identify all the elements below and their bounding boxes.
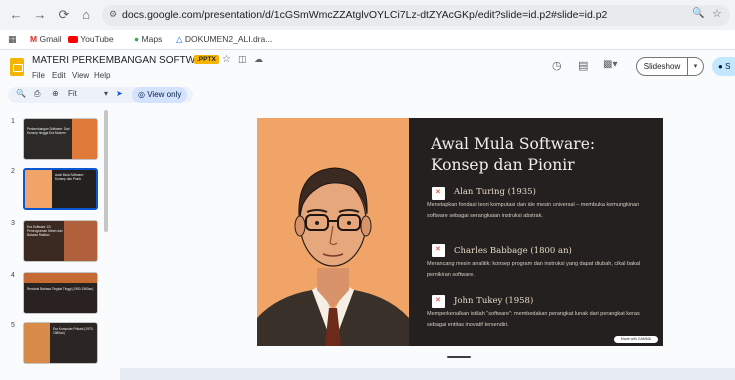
eye-icon: ◎ <box>138 90 145 99</box>
thumb-image <box>24 273 97 283</box>
thumb-number: 1 <box>11 118 15 125</box>
forward-icon[interactable]: → <box>32 7 48 23</box>
thumb-title: Era Komputer Pribadi (1970-1980an) <box>53 327 94 336</box>
thumb-image <box>24 323 50 363</box>
point-heading: John Tukey (1958) <box>454 296 534 306</box>
broken-image-icon <box>432 187 445 200</box>
cloud-status-icon[interactable]: ☁ <box>254 54 263 65</box>
toolbar: 🔍 ⎙ ⊕ Fit ▾ ➤ ◎ View only <box>8 87 193 103</box>
site-info-icon[interactable]: ⚙ <box>109 9 117 20</box>
speaker-notes-handle[interactable] <box>447 356 471 358</box>
slide-thumbnail-2[interactable]: Awal Mula Software: Konsep dan Pionir <box>23 168 98 210</box>
slide-title: Awal Mula Software: Konsep dan Pionir <box>431 135 596 174</box>
point-body: Menetapkan fondasi teori komputasi dan i… <box>427 202 640 219</box>
select-cursor-icon[interactable]: ➤ <box>116 89 123 98</box>
slide-thumbnail-4[interactable]: Revolusi Bahasa Tingkat Tinggi (1950-196… <box>23 272 98 314</box>
chevron-down-icon[interactable]: ▾ <box>104 89 108 98</box>
view-only-button[interactable]: ◎ View only <box>132 87 188 103</box>
reload-icon[interactable]: ⟳ <box>56 7 72 23</box>
thumb-number: 5 <box>11 322 15 329</box>
slideshow-button[interactable]: Slideshow <box>636 57 688 76</box>
star-icon[interactable]: ☆ <box>222 54 231 65</box>
point-body: Memperkenalkan istilah "software": membe… <box>427 311 640 328</box>
menu-edit[interactable]: Edit <box>52 71 66 80</box>
thumb-number: 4 <box>11 272 15 279</box>
address-bar[interactable]: ⚙ docs.google.com/presentation/d/1cGSmWm… <box>102 5 730 26</box>
url-text: docs.google.com/presentation/d/1cGSmWmcZ… <box>122 9 608 21</box>
thumb-number: 3 <box>11 220 15 227</box>
gmail-icon: M <box>30 34 38 44</box>
bookmark-drive[interactable]: △ DOKUMEN2_ALI.dra... <box>176 34 272 45</box>
globe-icon: ● <box>718 62 723 71</box>
zoom-select[interactable]: Fit <box>68 89 77 98</box>
portrait-illustration <box>257 167 409 346</box>
speaker-notes-bar[interactable] <box>120 368 735 380</box>
youtube-icon <box>68 36 78 44</box>
print-icon[interactable]: ⎙ <box>34 89 40 99</box>
meet-icon[interactable]: ▩▾ <box>603 59 617 70</box>
search-menus-icon[interactable]: 🔍 <box>16 89 26 98</box>
menu-view[interactable]: View <box>72 71 89 80</box>
made-with-badge[interactable]: Made with GAMMA <box>614 336 658 343</box>
thumb-title: Revolusi Bahasa Tingkat Tinggi (1950-196… <box>27 287 94 291</box>
broken-image-icon <box>432 244 445 257</box>
file-type-badge: .PPTX <box>194 55 219 64</box>
zoom-icon[interactable]: 🔍 <box>692 8 704 19</box>
share-button[interactable]: ● S <box>712 57 735 76</box>
history-icon[interactable]: ◷ <box>552 59 562 72</box>
thumb-number: 2 <box>11 168 15 175</box>
bookmark-youtube[interactable]: YouTube <box>68 34 114 44</box>
point-heading: Alan Turing (1935) <box>454 187 536 197</box>
portrait-image <box>257 118 409 346</box>
bookmark-gmail[interactable]: M Gmail <box>30 34 62 44</box>
move-icon[interactable]: ◫ <box>238 54 247 65</box>
slide-thumbnail-3[interactable]: Era Software 1G: Pemrograman Mesin dan B… <box>23 220 98 262</box>
document-title[interactable]: MATERI PERKEMBANGAN SOFTWARE <box>32 55 215 66</box>
home-icon[interactable]: ⌂ <box>78 7 94 23</box>
current-slide[interactable]: Awal Mula Software: Konsep dan Pionir Al… <box>257 118 663 346</box>
thumb-title: Perkembangan Software: Dari Konsep hingg… <box>27 127 70 136</box>
slide-thumbnail-1[interactable]: Perkembangan Software: Dari Konsep hingg… <box>23 118 98 160</box>
slide-thumbnail-5[interactable]: Era Komputer Pribadi (1970-1980an) <box>23 322 98 364</box>
thumb-title: Awal Mula Software: Konsep dan Pionir <box>55 173 84 182</box>
back-icon[interactable]: ← <box>8 7 24 23</box>
slides-logo-icon[interactable] <box>10 58 24 76</box>
slideshow-dropdown-icon[interactable]: ▾ <box>688 57 704 76</box>
thumb-title: Era Software 1G: Pemrograman Mesin dan B… <box>27 225 63 238</box>
zoom-select-icon[interactable]: ⊕ <box>52 89 59 98</box>
bookmark-star-icon[interactable]: ☆ <box>712 7 722 20</box>
menu-help[interactable]: Help <box>94 71 110 80</box>
bookmarks-bar: ▦ M Gmail YouTube ● Maps △ DOKUMEN2_ALI.… <box>0 30 735 50</box>
drive-icon: △ <box>176 34 183 44</box>
broken-image-icon <box>432 295 445 308</box>
thumb-image <box>64 221 97 261</box>
thumb-image <box>72 119 97 159</box>
browser-toolbar: ← → ⟳ ⌂ ⚙ docs.google.com/presentation/d… <box>0 0 735 30</box>
app-header: MATERI PERKEMBANGAN SOFTWARE .PPTX ☆ ◫ ☁… <box>0 50 735 86</box>
comments-icon[interactable]: ▤ <box>578 59 588 72</box>
maps-icon: ● <box>134 34 140 44</box>
filmstrip-scrollbar[interactable] <box>104 110 108 232</box>
bookmark-maps[interactable]: ● Maps <box>134 34 162 44</box>
point-heading: Charles Babbage (1800 an) <box>454 246 572 256</box>
thumb-image <box>25 170 52 208</box>
apps-icon[interactable]: ▦ <box>8 34 17 45</box>
point-body: Merancang mesin analitik: konsep program… <box>427 261 641 278</box>
menu-file[interactable]: File <box>32 71 45 80</box>
